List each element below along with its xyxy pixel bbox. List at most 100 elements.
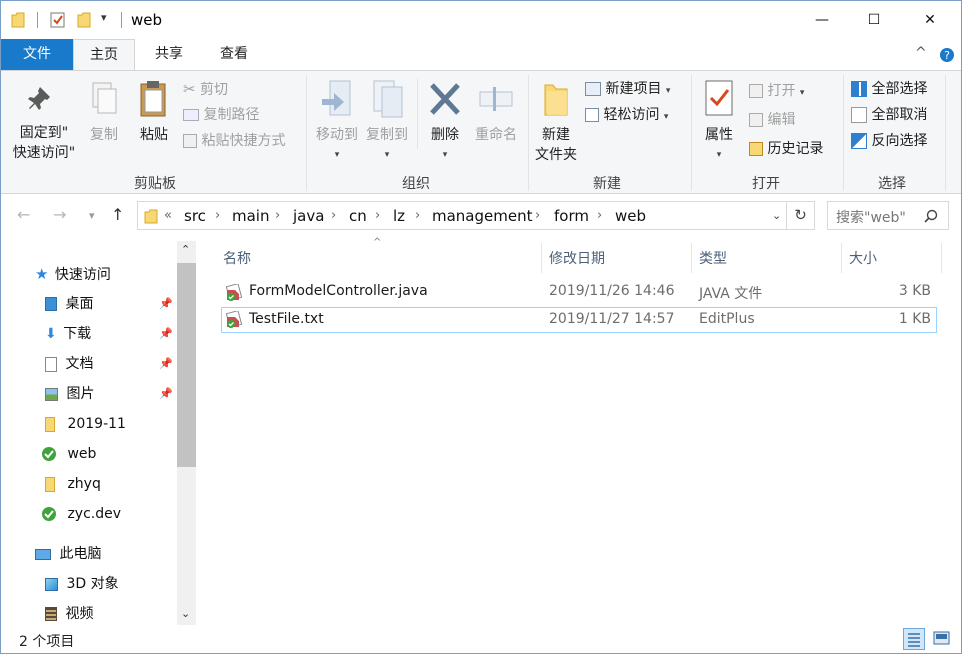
rename-button[interactable]: 重命名 — [469, 79, 523, 145]
nav-item-zyc-dev[interactable]: zyc.dev — [41, 500, 121, 528]
pin-icon[interactable]: 📌 — [159, 387, 173, 400]
details-view-icon — [908, 633, 920, 647]
tab-home[interactable]: 主页 — [73, 39, 135, 71]
select-all-button[interactable]: 全部选择 — [851, 79, 927, 99]
breadcrumb-overflow[interactable]: « — [164, 208, 172, 223]
breadcrumb-separator-icon[interactable]: › — [275, 208, 280, 223]
refresh-icon[interactable]: ↻ — [787, 201, 815, 230]
tab-view[interactable]: 查看 — [203, 39, 265, 70]
breadcrumb-java[interactable]: java — [293, 207, 324, 225]
pin-icon[interactable]: 📌 — [159, 357, 173, 370]
back-arrow-icon[interactable]: ← — [17, 205, 30, 224]
nav-item-desktop[interactable]: 桌面 — [45, 290, 93, 318]
forward-arrow-icon[interactable]: → — [53, 205, 66, 224]
file-modified: 2019/11/26 14:46 — [549, 283, 675, 299]
breadcrumb-separator-icon[interactable]: › — [535, 208, 540, 223]
up-arrow-icon[interactable]: ↑ — [111, 205, 124, 224]
new-folder-quick-icon[interactable] — [77, 12, 91, 28]
collapse-ribbon-icon[interactable]: ^ — [915, 45, 927, 61]
cut-button[interactable]: ✂ 剪切 — [183, 79, 228, 100]
pin-icon[interactable]: 📌 — [159, 297, 173, 310]
history-button[interactable]: 历史记录 — [749, 139, 823, 159]
details-view-button[interactable] — [903, 628, 925, 650]
recent-locations-chevron-icon[interactable]: ▾ — [89, 209, 95, 222]
ribbon-tabs: 文件 主页 共享 查看 ^ ? — [1, 39, 961, 71]
select-none-button[interactable]: 全部取消 — [851, 105, 927, 125]
new-item-button[interactable]: 新建项目 ▾ — [585, 79, 670, 101]
breadcrumb-form[interactable]: form — [554, 207, 589, 225]
copy-path-button[interactable]: 复制路径 — [183, 105, 259, 125]
nav-item-zhyq[interactable]: zhyq — [45, 470, 101, 498]
column-divider[interactable] — [941, 243, 942, 273]
pin-to-quick-access-button[interactable]: 固定到" 快速访问" — [7, 83, 81, 163]
help-icon[interactable]: ? — [939, 47, 955, 63]
tab-share[interactable]: 共享 — [139, 39, 199, 70]
paste-shortcut-button[interactable]: 粘贴快捷方式 — [183, 131, 285, 151]
large-icons-view-button[interactable] — [931, 628, 953, 650]
breadcrumb-cn[interactable]: cn — [349, 207, 367, 225]
breadcrumb-lz[interactable]: lz — [393, 207, 405, 225]
pictures-icon — [45, 387, 58, 401]
easy-access-button[interactable]: 轻松访问 ▾ — [585, 105, 668, 127]
new-folder-button[interactable]: 新建 文件夹 — [531, 79, 581, 165]
copy-button[interactable]: 复制 — [85, 81, 123, 145]
column-divider[interactable] — [841, 243, 842, 273]
column-divider[interactable] — [691, 243, 692, 273]
nav-quick-access[interactable]: ★ 快速访问 — [35, 260, 111, 288]
breadcrumb-separator-icon[interactable]: › — [215, 208, 220, 223]
nav-item-downloads[interactable]: ⬇ 下载 — [45, 320, 91, 348]
file-list: ^ 名称 修改日期 类型 大小 FormModelController.java… — [199, 237, 961, 625]
customize-quick-access-icon[interactable]: ▾ — [101, 11, 107, 24]
table-row[interactable]: TestFile.txt 2019/11/27 14:57 EditPlus 1… — [221, 307, 937, 333]
select-all-icon — [851, 81, 867, 97]
pin-icon[interactable]: 📌 — [159, 327, 173, 340]
address-bar[interactable]: « src › main › java › cn › lz › manageme… — [137, 201, 787, 230]
move-to-button[interactable]: 移动到 ▾ — [313, 79, 361, 165]
group-separator — [945, 75, 946, 191]
copy-path-icon — [183, 109, 199, 121]
properties-check-icon[interactable] — [49, 11, 67, 29]
paste-button[interactable]: 粘贴 — [133, 79, 175, 145]
nav-item-web[interactable]: web — [41, 440, 96, 468]
breadcrumb-separator-icon[interactable]: › — [375, 208, 380, 223]
nav-item-2019-11[interactable]: 2019-11 — [45, 410, 126, 438]
column-divider[interactable] — [541, 243, 542, 273]
group-label-select: 选择 — [878, 176, 906, 192]
scroll-up-icon[interactable]: ⌃ — [181, 243, 190, 256]
minimize-button[interactable]: — — [799, 1, 845, 39]
column-header-type[interactable]: 类型 — [699, 245, 727, 273]
breadcrumb-web[interactable]: web — [615, 207, 646, 225]
column-header-size[interactable]: 大小 — [849, 245, 877, 273]
breadcrumb-main[interactable]: main — [232, 207, 269, 225]
address-dropdown-chevron-icon[interactable]: ⌄ — [772, 209, 781, 222]
breadcrumb-separator-icon[interactable]: › — [597, 208, 602, 223]
text-file-icon — [225, 311, 243, 328]
file-size: 3 KB — [898, 283, 931, 299]
column-header-name[interactable]: 名称 — [223, 245, 251, 273]
maximize-button[interactable]: ☐ — [851, 1, 897, 39]
invert-selection-button[interactable]: 反向选择 — [851, 131, 927, 151]
tab-file[interactable]: 文件 — [1, 39, 73, 70]
close-button[interactable]: ✕ — [907, 1, 953, 39]
nav-this-pc[interactable]: 此电脑 — [35, 540, 101, 568]
nav-item-documents[interactable]: 文档 — [45, 350, 93, 378]
column-header-modified[interactable]: 修改日期 — [549, 245, 605, 273]
breadcrumb-src[interactable]: src — [184, 207, 206, 225]
copy-to-button[interactable]: 复制到 ▾ — [363, 79, 411, 165]
breadcrumb-separator-icon[interactable]: › — [415, 208, 420, 223]
search-input[interactable]: 搜索"web" — [827, 201, 949, 230]
properties-button[interactable]: 属性 ▾ — [699, 79, 739, 165]
nav-scrollbar-thumb[interactable] — [177, 263, 196, 467]
edit-button[interactable]: 编辑 — [749, 110, 795, 130]
open-button[interactable]: 打开 ▾ — [749, 81, 804, 103]
delete-button[interactable]: 删除 ▾ — [425, 79, 465, 165]
nav-item-3d-objects[interactable]: 3D 对象 — [45, 570, 119, 598]
nav-item-videos[interactable]: 视频 — [45, 600, 93, 628]
breadcrumb-separator-icon[interactable]: › — [331, 208, 336, 223]
breadcrumb-management[interactable]: management — [432, 207, 532, 225]
table-row[interactable]: FormModelController.java 2019/11/26 14:4… — [221, 280, 937, 306]
scroll-down-icon[interactable]: ⌄ — [181, 607, 190, 620]
nav-scrollbar[interactable]: ⌃ ⌄ — [177, 241, 196, 625]
nav-item-pictures[interactable]: 图片 — [45, 380, 94, 408]
edit-icon — [749, 113, 763, 127]
